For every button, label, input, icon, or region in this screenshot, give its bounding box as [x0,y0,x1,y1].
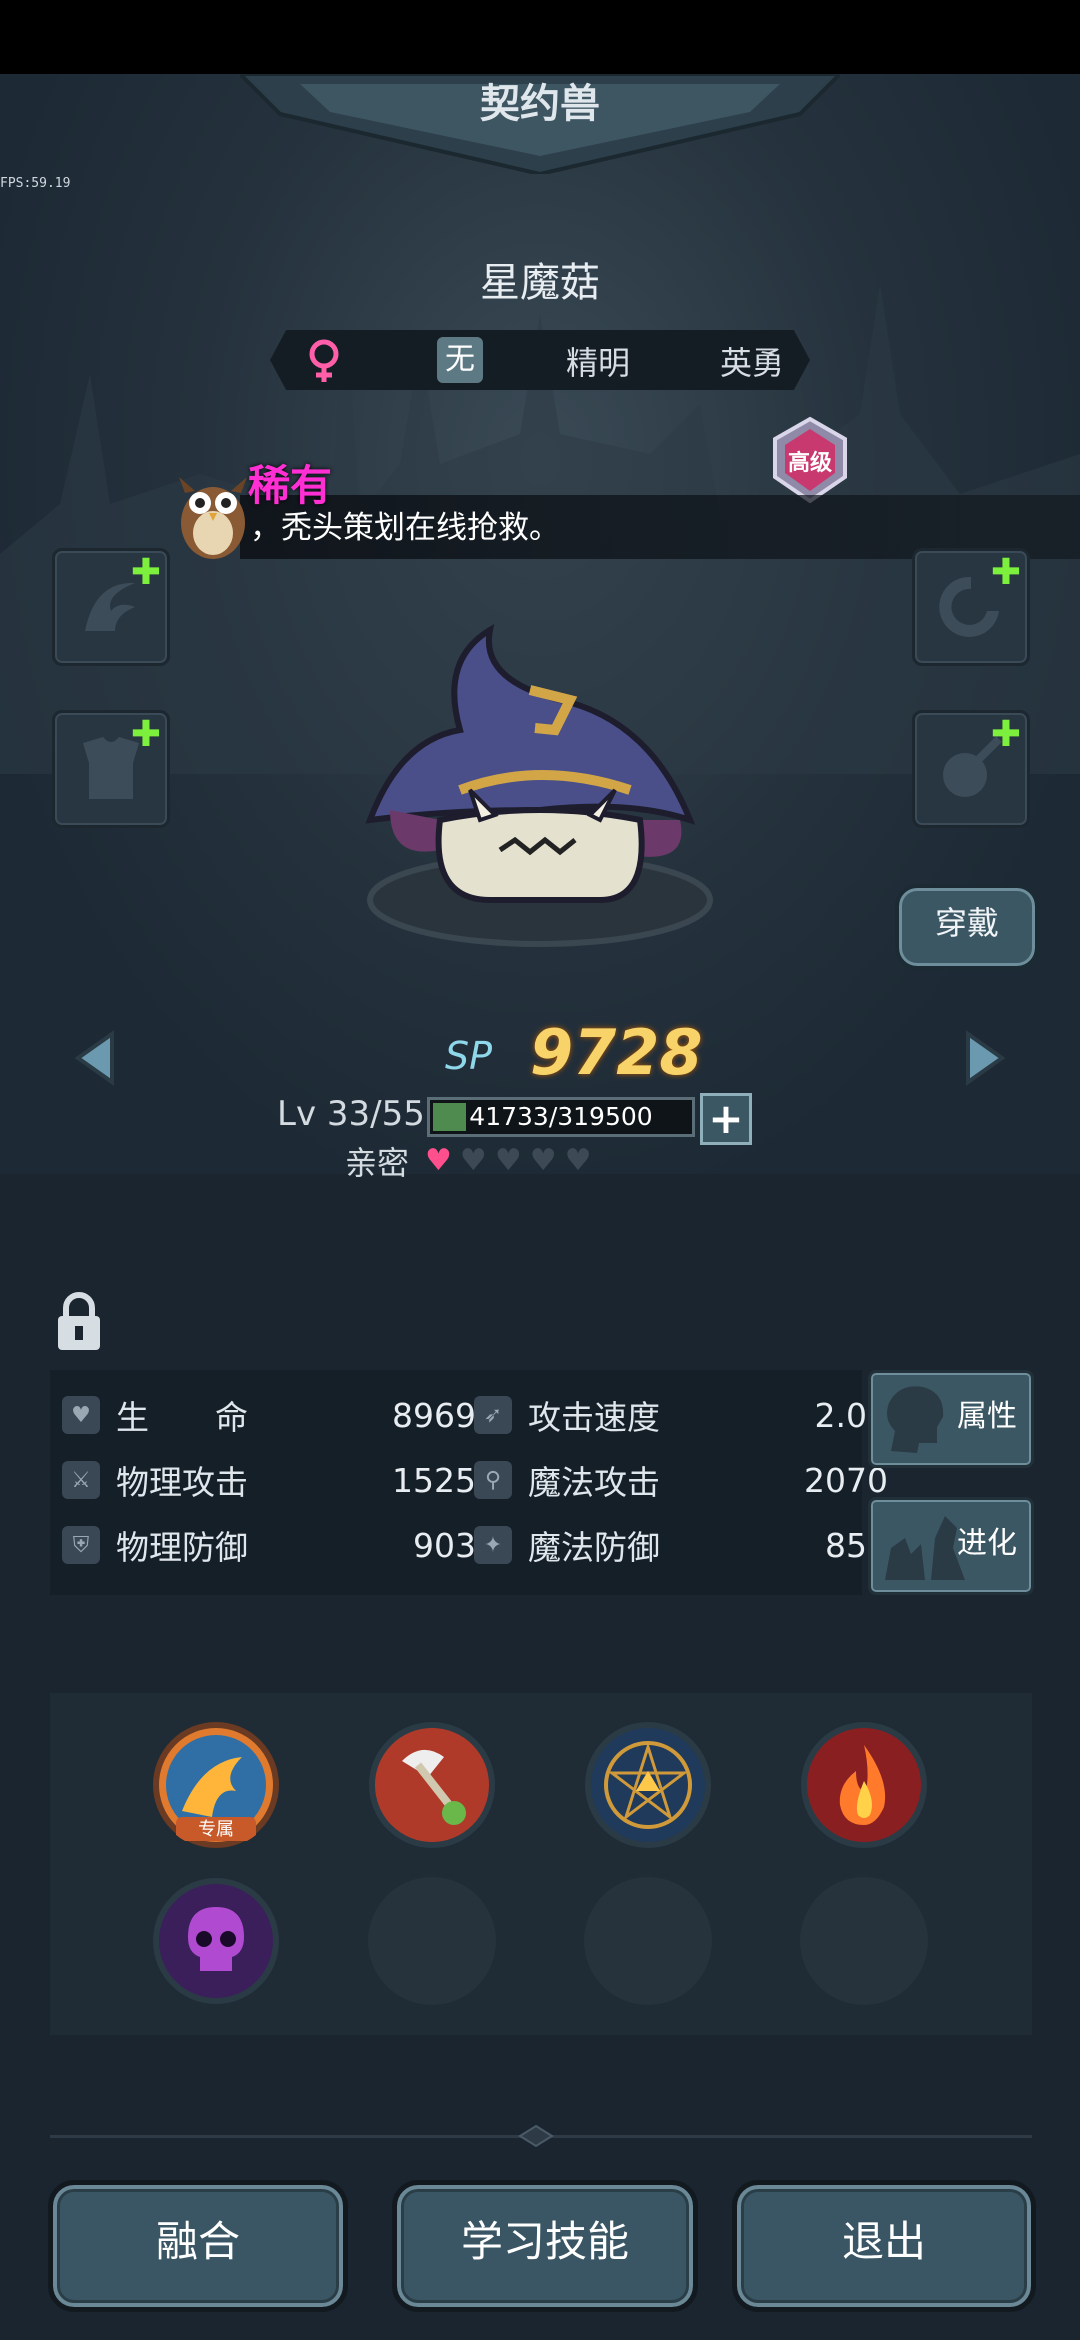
heart-icon: ♥ [494,1143,522,1178]
fire-bird-icon[interactable]: 专属 [152,1721,280,1849]
head-profile-icon [887,1386,944,1453]
heart-icon: ♥ [564,1143,592,1178]
svg-text:专属: 专属 [198,1819,234,1840]
stat-value: 1525 [392,1460,476,1500]
stat-value: 2.03 [814,1395,888,1435]
stat-value: 8969 [392,1395,476,1435]
stat-value: 854 [825,1525,888,1565]
wear-button[interactable]: 穿戴 [895,884,1039,970]
empty-skill-slot[interactable] [800,1877,928,2005]
pet-portrait [365,623,713,947]
evolve-button[interactable]: 进化 [868,1497,1034,1595]
purple-skull-icon[interactable] [152,1877,280,2005]
empty-skill-slot[interactable] [584,1877,712,2005]
sword-icon: ⚔ [62,1461,100,1499]
learn-skill-button[interactable]: 学习技能 [392,2180,698,2312]
add-icon: ✚ [990,552,1021,593]
stat-row: ♥ 生 命 8969 [62,1390,476,1440]
divider-ornament-icon [518,2124,554,2148]
add-icon: ✚ [990,714,1021,755]
pet-name: 星魔菇 [480,260,600,306]
intimacy-label: 亲密 [345,1144,410,1182]
rarity-badge-icon: 高级 [773,416,847,504]
trait-character: 英勇 [720,344,785,382]
stat-row: ✦ 魔法防御 854 [474,1520,888,1570]
fps-counter: FPS:59.19 [0,176,71,191]
stat-name: 攻击速度 [528,1398,660,1437]
skills-panel: 专属 [50,1693,1032,2035]
equip-slot-3[interactable]: ✚ [912,548,1030,666]
star-shield-icon: ✦ [474,1526,512,1564]
speed-icon: ➶ [474,1396,512,1434]
magic-circle-icon[interactable] [584,1721,712,1849]
svg-text:高级: 高级 [788,450,832,476]
sp-value: 9728 [530,1016,703,1089]
trait-element: 无 [437,337,483,383]
add-icon: ✚ [130,714,161,755]
heart-icon: ♥ [62,1396,100,1434]
shield-icon: ⛨ [62,1526,100,1564]
add-icon: ✚ [130,552,161,593]
stat-value: 903 [413,1525,476,1565]
stats-panel: ♥ 生 命 8969 ⚔ 物理攻击 1525 ⛨ 物理防御 903 ➶ 攻击速度 2.03 ⚲ 魔… [50,1370,888,1595]
stat-row: ⚲ 魔法攻击 2070 [474,1455,888,1505]
stat-name: 生 命 [116,1398,248,1437]
rarity-tag: 稀有 [248,461,333,510]
attributes-label: 属性 [957,1399,1017,1434]
stat-name: 物理防御 [116,1528,248,1567]
exp-text: 41733/319500 [469,1102,653,1131]
fuse-button[interactable]: 融合 [48,2180,348,2312]
axe-icon[interactable] [368,1721,496,1849]
stat-row: ⛨ 物理防御 903 [62,1520,476,1570]
trait-personality: 精明 [566,344,631,382]
empty-skill-slot[interactable] [368,1877,496,2005]
level-text: Lv 33/55 [277,1094,425,1134]
previous-pet-arrow-icon[interactable] [70,1030,120,1086]
status-bar [0,0,1080,74]
flame-icon[interactable] [800,1721,928,1849]
female-icon [309,339,339,382]
intimacy-hearts: ♥ ♥ ♥ ♥ ♥ [425,1146,592,1176]
stat-value: 2070 [804,1460,888,1500]
equip-slot-4[interactable]: ✚ [912,710,1030,828]
heart-icon: ♥ [425,1143,452,1178]
exp-bar: 41733/319500 [427,1097,695,1137]
sp-label: SP [445,1034,493,1078]
stat-name: 魔法攻击 [528,1463,660,1502]
heart-icon: ♥ [459,1143,487,1178]
stat-name: 物理攻击 [116,1463,248,1502]
stat-name: 魔法防御 [528,1528,660,1567]
stat-row: ⚔ 物理攻击 1525 [62,1455,476,1505]
heart-icon: ♥ [529,1143,557,1178]
equip-slot-1[interactable]: ✚ [52,548,170,666]
equip-slot-2[interactable]: ✚ [52,710,170,828]
add-exp-button[interactable]: + [700,1093,752,1145]
page-title: 契约兽 [480,81,600,127]
owl-icon [179,477,247,559]
attributes-button[interactable]: 属性 [868,1370,1034,1468]
evolve-label: 进化 [957,1526,1017,1561]
exit-button[interactable]: 退出 [732,2180,1036,2312]
stat-row: ➶ 攻击速度 2.03 [474,1390,888,1440]
next-pet-arrow-icon[interactable] [960,1030,1010,1086]
lock-icon[interactable] [54,1292,104,1354]
wand-icon: ⚲ [474,1461,512,1499]
